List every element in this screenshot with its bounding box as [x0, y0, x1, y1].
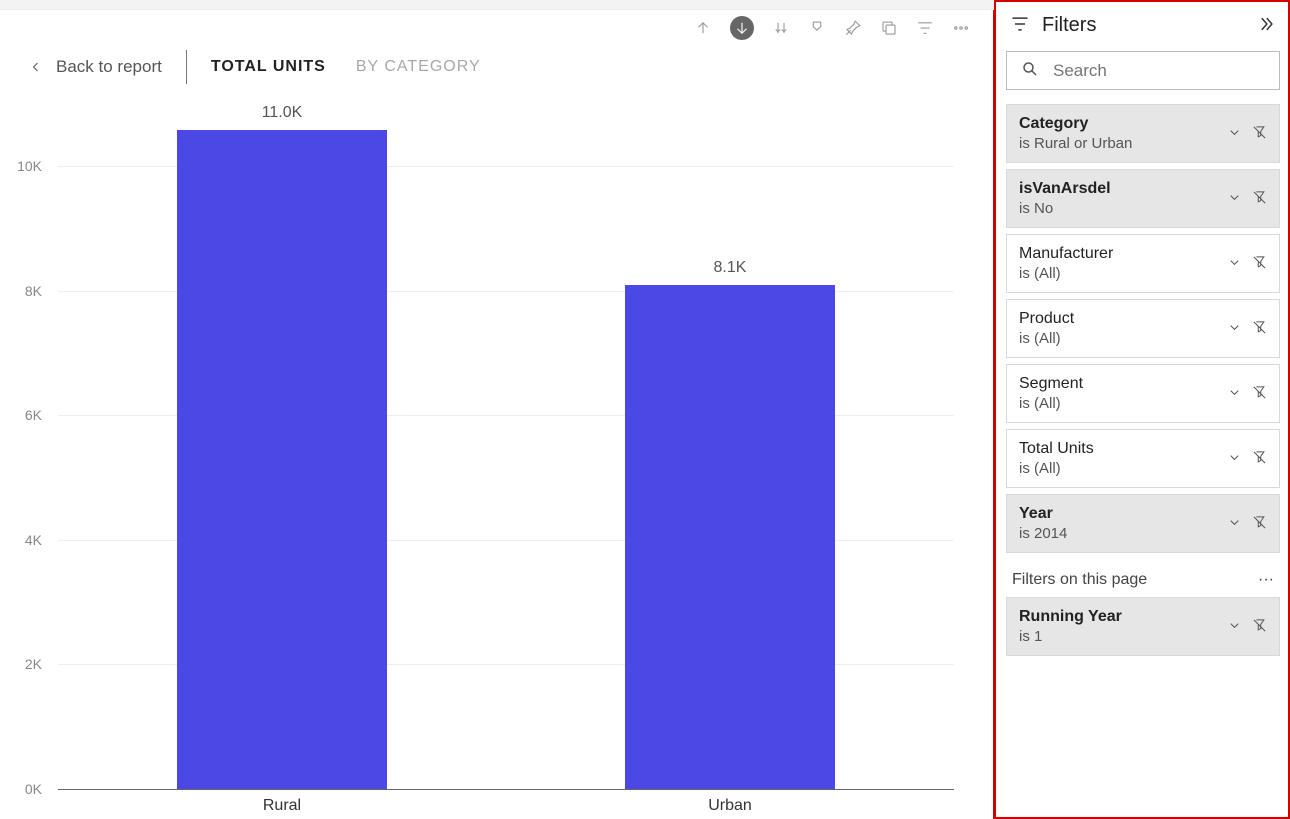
y-axis: 0K2K4K6K8K10K — [0, 104, 50, 789]
main-area: Back to report TOTAL UNITS BY CATEGORY 0… — [0, 0, 994, 819]
filter-card[interactable]: Segment is (All) — [1006, 364, 1280, 423]
filters-search[interactable] — [1006, 51, 1280, 90]
page-filters-label: Filters on this page — [1012, 571, 1147, 589]
clear-filter-icon[interactable] — [1252, 320, 1267, 338]
drill-tabs: TOTAL UNITS BY CATEGORY — [211, 58, 481, 76]
chevron-down-icon[interactable] — [1227, 515, 1242, 533]
search-icon — [1021, 60, 1039, 81]
filter-name: Year — [1019, 505, 1067, 523]
filter-card[interactable]: Running Year is 1 — [1006, 597, 1280, 656]
y-tick-label: 10K — [17, 158, 42, 174]
more-icon[interactable] — [952, 19, 970, 37]
filters-title: Filters — [1042, 14, 1096, 37]
chevron-down-icon[interactable] — [1227, 450, 1242, 468]
back-label: Back to report — [56, 57, 162, 77]
clear-filter-icon[interactable] — [1252, 255, 1267, 273]
tab-by-category[interactable]: BY CATEGORY — [356, 58, 481, 76]
report-header: Back to report TOTAL UNITS BY CATEGORY — [0, 40, 994, 104]
filter-value: is (All) — [1019, 265, 1113, 282]
clear-filter-icon[interactable] — [1252, 618, 1267, 636]
bar-slot: 11.0KRural — [58, 104, 506, 789]
filter-card[interactable]: isVanArsdel is No — [1006, 169, 1280, 228]
chart-area: 0K2K4K6K8K10K 11.0KRural8.1KUrban — [0, 104, 994, 819]
collapse-pane-icon[interactable] — [1256, 14, 1276, 37]
bars-container: 11.0KRural8.1KUrban — [58, 104, 954, 789]
clear-filter-icon[interactable] — [1252, 385, 1267, 403]
clear-filter-icon[interactable] — [1252, 515, 1267, 533]
filters-pane: Filters Category is Rural or Urban isVanAr… — [994, 0, 1290, 819]
filter-name: Product — [1019, 310, 1074, 328]
y-tick-label: 2K — [25, 656, 42, 672]
filter-value: is Rural or Urban — [1019, 135, 1132, 152]
filter-value: is (All) — [1019, 330, 1074, 347]
chevron-down-icon[interactable] — [1227, 190, 1242, 208]
filter-name: isVanArsdel — [1019, 180, 1111, 198]
clear-filter-icon[interactable] — [1252, 450, 1267, 468]
chevron-down-icon[interactable] — [1227, 618, 1242, 636]
bar-slot: 8.1KUrban — [506, 104, 954, 789]
chevron-down-icon[interactable] — [1227, 125, 1242, 143]
expand-all-icon[interactable] — [808, 19, 826, 37]
filters-header: Filters — [1006, 8, 1280, 51]
y-tick-label: 6K — [25, 407, 42, 423]
app-ribbon — [0, 0, 994, 10]
search-input[interactable] — [1053, 61, 1265, 81]
pin-icon[interactable] — [844, 19, 862, 37]
bar[interactable] — [625, 285, 835, 789]
filter-value: is (All) — [1019, 460, 1094, 477]
drill-down-icon[interactable] — [730, 16, 754, 40]
bar-value-label: 8.1K — [714, 259, 747, 277]
filter-card[interactable]: Year is 2014 — [1006, 494, 1280, 553]
filter-card[interactable]: Total Units is (All) — [1006, 429, 1280, 488]
chevron-down-icon[interactable] — [1227, 320, 1242, 338]
filter-icon[interactable] — [916, 19, 934, 37]
clear-filter-icon[interactable] — [1252, 125, 1267, 143]
chevron-down-icon[interactable] — [1227, 385, 1242, 403]
filter-value: is No — [1019, 200, 1111, 217]
x-category-label: Urban — [708, 797, 752, 815]
visual-toolbar — [0, 10, 994, 40]
filter-name: Total Units — [1019, 440, 1094, 458]
filter-name: Category — [1019, 115, 1132, 133]
filter-value: is 2014 — [1019, 525, 1067, 542]
filter-value: is (All) — [1019, 395, 1083, 412]
filter-name: Manufacturer — [1019, 245, 1113, 263]
x-category-label: Rural — [263, 797, 301, 815]
y-tick-label: 4K — [25, 532, 42, 548]
copy-icon[interactable] — [880, 19, 898, 37]
page-filter-list: Running Year is 1 — [1006, 597, 1280, 656]
filters-header-icon — [1010, 14, 1030, 37]
divider — [186, 50, 187, 84]
back-to-report-button[interactable]: Back to report — [30, 57, 162, 77]
drill-up-icon[interactable] — [694, 19, 712, 37]
filter-card[interactable]: Manufacturer is (All) — [1006, 234, 1280, 293]
page-filters-more-icon[interactable]: ··· — [1258, 571, 1274, 589]
filter-name: Running Year — [1019, 608, 1122, 626]
filter-card[interactable]: Product is (All) — [1006, 299, 1280, 358]
filter-value: is 1 — [1019, 628, 1122, 645]
bar-value-label: 11.0K — [262, 104, 303, 122]
tab-total-units[interactable]: TOTAL UNITS — [211, 58, 326, 76]
filter-card[interactable]: Category is Rural or Urban — [1006, 104, 1280, 163]
filter-name: Segment — [1019, 375, 1083, 393]
next-level-icon[interactable] — [772, 19, 790, 37]
page-filters-header: Filters on this page ··· — [1006, 553, 1280, 597]
clear-filter-icon[interactable] — [1252, 190, 1267, 208]
visual-filter-list: Category is Rural or Urban isVanArsdel is N… — [1006, 104, 1280, 553]
chevron-down-icon[interactable] — [1227, 255, 1242, 273]
grid-line — [58, 789, 954, 790]
y-tick-label: 0K — [25, 781, 42, 797]
bar[interactable] — [177, 130, 387, 789]
y-tick-label: 8K — [25, 283, 42, 299]
